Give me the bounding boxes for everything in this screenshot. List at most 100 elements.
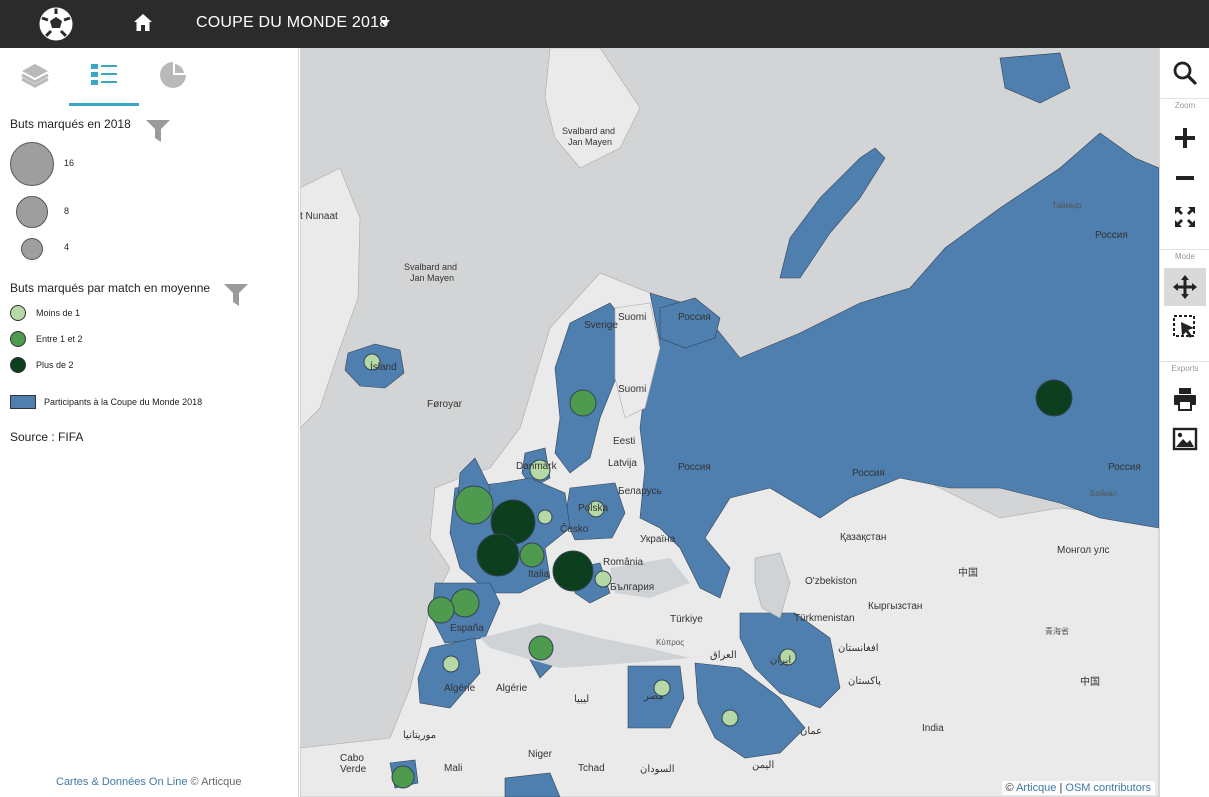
map-label: Ísland [370, 362, 397, 373]
map-label: Eesti [613, 436, 636, 447]
chevron-down-icon[interactable] [380, 20, 390, 26]
export-image-button[interactable] [1164, 420, 1206, 458]
map-label: Україна [640, 534, 676, 545]
map-label: România [603, 557, 644, 568]
toolbar-divider [1160, 361, 1209, 362]
soccer-ball-logo-icon[interactable] [38, 6, 74, 42]
osm-contributors-link[interactable]: OSM contributors [1065, 782, 1151, 794]
select-mode-button[interactable] [1164, 308, 1206, 346]
size-legend-label: 4 [64, 242, 70, 252]
articque-link[interactable]: Articque [1016, 782, 1056, 794]
map-label: Svalbard and [404, 262, 458, 272]
filter-funnel-icon[interactable] [223, 282, 249, 308]
map-label: Cabo [340, 753, 364, 764]
size-legend-circle-small [21, 238, 43, 260]
map-label: 中国 [1080, 677, 1100, 688]
bubble-morocco [442, 655, 460, 673]
color-legend-label: Entre 1 et 2 [36, 334, 83, 344]
map-label: Suomi [618, 312, 647, 323]
map-label: Svalbard and [562, 126, 616, 136]
pan-mode-button[interactable] [1164, 268, 1206, 306]
tab-layers[interactable] [0, 54, 70, 106]
layers-icon [21, 64, 49, 88]
print-button[interactable] [1164, 380, 1206, 418]
bubble-layer [363, 353, 1073, 789]
size-legend-circle-medium [16, 196, 48, 228]
home-icon[interactable] [131, 11, 155, 35]
zoom-in-button[interactable] [1164, 119, 1206, 157]
map-label: India [922, 723, 944, 734]
map-label: پاکستان [848, 676, 881, 687]
map-label: 中国 [958, 568, 978, 579]
map-label: مصر [644, 691, 664, 702]
mode-section-label: Mode [1174, 252, 1195, 261]
map-label: България [610, 582, 655, 593]
size-legend-label: 8 [64, 206, 70, 216]
bubble-england [454, 485, 494, 525]
map-label: Italia [528, 569, 550, 580]
map-label: عمان [800, 726, 823, 737]
zoom-section-label: Zoom [1174, 101, 1196, 110]
map-label: Polska [578, 503, 609, 514]
color-legend-label: Moins de 1 [36, 308, 81, 318]
map-label: España [450, 623, 484, 634]
map-label: Føroyar [427, 399, 462, 410]
map-label: t Nunaat [300, 211, 338, 222]
legend-panel: Buts marqués en 2018 16 8 4 Buts marqués… [0, 48, 299, 797]
image-icon [1172, 427, 1198, 451]
bubble-serbia [594, 570, 612, 588]
map-label: السودان [640, 764, 675, 775]
move-arrows-icon [1173, 275, 1197, 299]
color-legend-swatch-mid [10, 331, 26, 347]
map-label: Mali [444, 763, 463, 774]
credit-footer: Cartes & Données On Line © Articque [56, 776, 241, 788]
bubble-russia [1035, 379, 1073, 417]
participants-label: Participants à la Coupe du Monde 2018 [44, 397, 203, 407]
map-label: O'zbekiston [805, 576, 857, 587]
map-label: Türkiye [670, 614, 703, 625]
map-label: Türkmenistan [794, 613, 855, 624]
top-bar: COUPE DU MONDE 2018 [0, 0, 1209, 48]
map-label: Россия [1108, 462, 1141, 473]
map-label: Jan Mayen [568, 137, 613, 147]
color-legend-title: Buts marqués par match en moyenne [10, 281, 211, 295]
bubble-croatia [552, 550, 594, 592]
tab-legend[interactable] [69, 54, 139, 106]
map-label: Sverige [584, 320, 618, 331]
bubble-spain [450, 588, 480, 618]
map-label: موريتانيا [403, 730, 437, 741]
pie-chart-icon [160, 62, 186, 88]
bubble-sweden [569, 389, 597, 417]
filter-funnel-icon[interactable] [145, 118, 171, 144]
map-label: Κύπρος [656, 638, 685, 647]
map-label: Россия [852, 468, 885, 479]
credit-link[interactable]: Cartes & Données On Line [56, 776, 187, 788]
map-label: ایران [770, 655, 792, 666]
bubble-switzerland [519, 542, 545, 568]
map-canvas[interactable]: Svalbard and Jan Mayen t Nunaat Svalbard… [300, 48, 1159, 797]
full-extent-button[interactable] [1164, 198, 1206, 236]
search-button[interactable] [1164, 54, 1206, 92]
map-label: افغانستان [838, 643, 879, 654]
map-label: ليبيا [574, 694, 590, 705]
color-legend-swatch-low [10, 305, 26, 321]
bubble-saudi [721, 709, 739, 727]
map-label: Монгол улс [1057, 545, 1110, 556]
map-label: Česko [560, 524, 589, 535]
map-label: Россия [678, 462, 711, 473]
attribution-prefix: © [1005, 782, 1017, 794]
map-title-dropdown[interactable]: COUPE DU MONDE 2018 [196, 14, 388, 32]
exports-section-label: Exports [1171, 364, 1199, 373]
map-label: 青海省 [1045, 627, 1069, 636]
map-label: Suomi [618, 384, 647, 395]
zoom-out-button[interactable] [1164, 159, 1206, 197]
map-label: Latvija [608, 458, 637, 469]
map-label: اليمن [752, 760, 775, 771]
map-label: Таймыр [1052, 201, 1082, 210]
tab-statistics[interactable] [138, 54, 208, 106]
map-label: Tchad [578, 763, 605, 774]
bubble-senegal [391, 765, 415, 789]
plus-icon [1175, 128, 1195, 148]
map-label: Байкал [1090, 489, 1117, 498]
map-label: Кыргызстан [868, 601, 923, 612]
